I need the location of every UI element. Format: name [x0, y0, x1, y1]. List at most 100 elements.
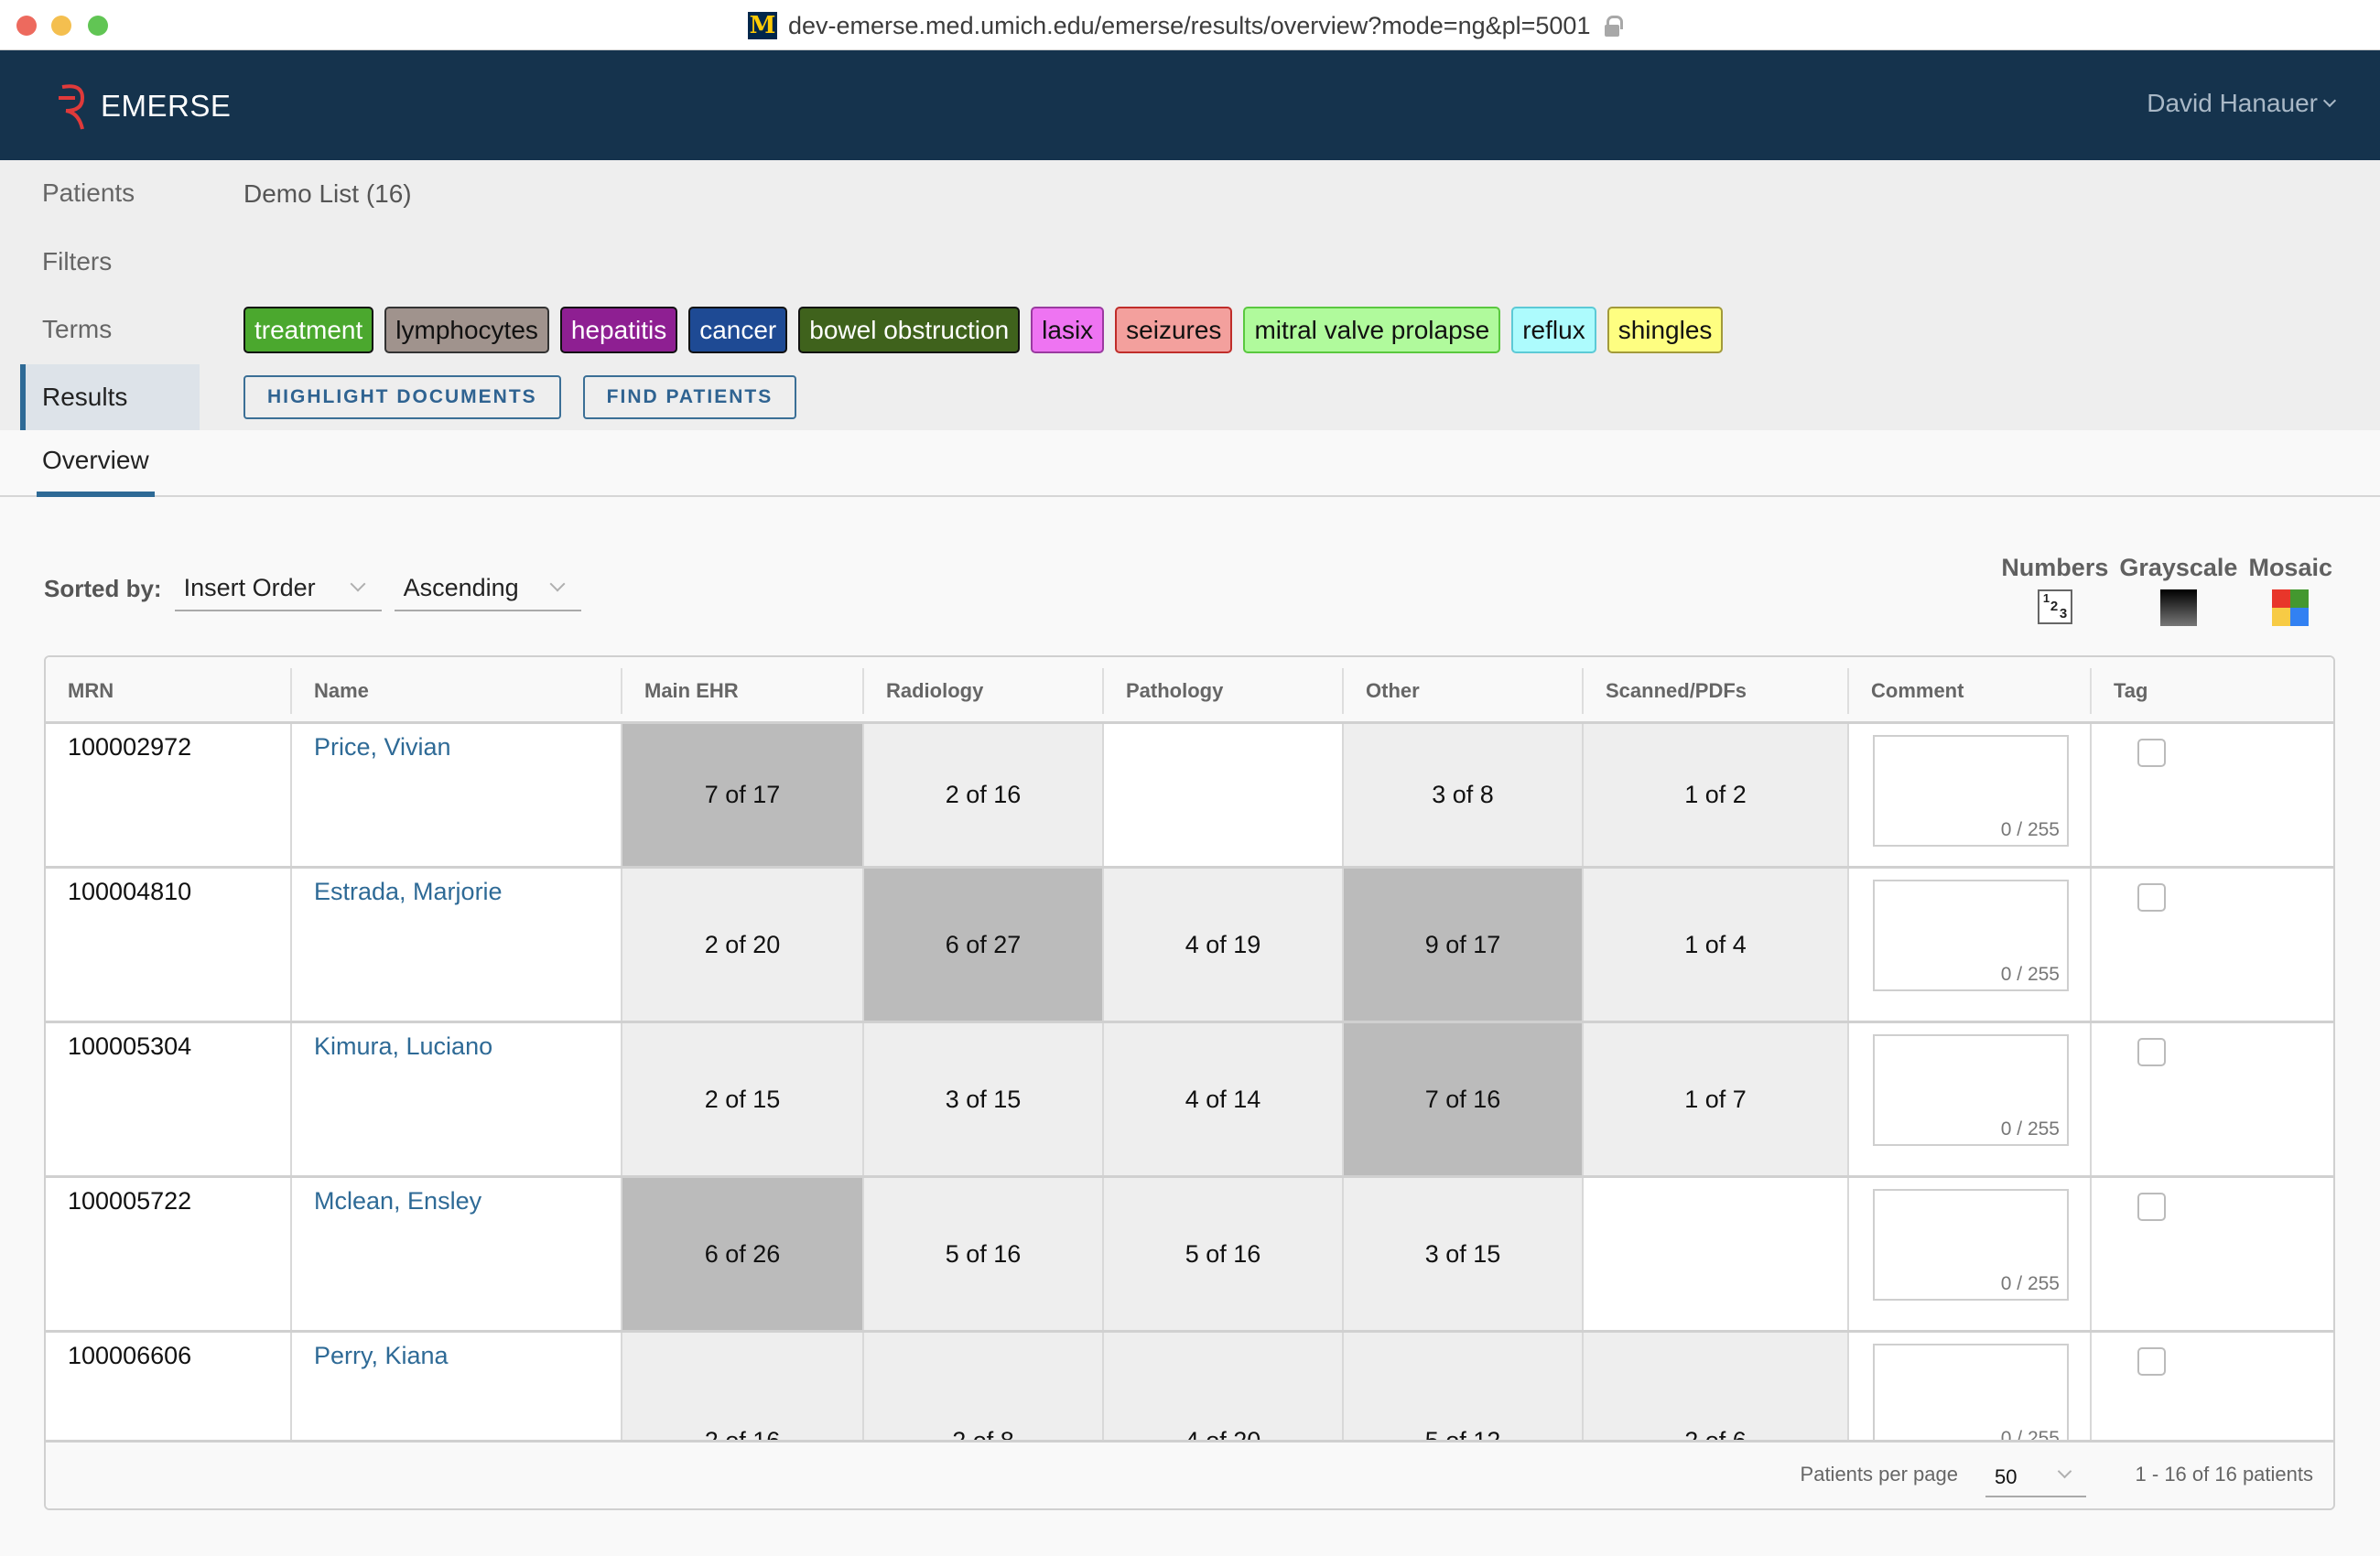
table-row: 100005304 Kimura, Luciano 2 of 15 3 of 15 4 … — [46, 1023, 2333, 1178]
patient-name-link[interactable]: Price, Vivian — [292, 724, 621, 762]
pathology-count-cell[interactable]: 5 of 16 — [1102, 1178, 1342, 1330]
term-chip[interactable]: seizures — [1115, 307, 1233, 353]
site-favicon-icon: M — [748, 12, 777, 39]
find-patients-button[interactable]: FIND PATIENTS — [582, 375, 797, 419]
tab-overview[interactable]: Overview — [37, 430, 155, 497]
main-ehr-count-cell[interactable]: 2 of 16 — [621, 1333, 862, 1443]
chevron-down-icon — [549, 576, 566, 592]
term-chip[interactable]: mitral valve prolapse — [1243, 307, 1501, 353]
column-header-main-ehr[interactable]: Main EHR — [621, 668, 862, 714]
patient-name-link[interactable]: Perry, Kiana — [292, 1333, 621, 1370]
comment-textarea[interactable]: 0 / 255 — [1873, 1189, 2069, 1301]
scanned-pdfs-count-cell[interactable]: 1 of 7 — [1582, 1023, 1847, 1175]
browser-titlebar: M dev-emerse.med.umich.edu/emerse/result… — [0, 0, 2380, 50]
tag-checkbox[interactable] — [2137, 1193, 2166, 1221]
mrn-cell: 100005304 — [68, 1032, 192, 1060]
other-count-cell[interactable]: 7 of 16 — [1342, 1023, 1582, 1175]
column-header-pathology[interactable]: Pathology — [1102, 668, 1342, 714]
view-mode-grayscale[interactable]: Grayscale — [2119, 554, 2237, 626]
main-ehr-count-cell[interactable]: 2 of 15 — [621, 1023, 862, 1175]
sidebar-item-filters[interactable]: Filters — [20, 229, 200, 295]
comment-textarea[interactable]: 0 / 255 — [1873, 1344, 2069, 1443]
main-ehr-count-cell[interactable]: 6 of 26 — [621, 1178, 862, 1330]
brand[interactable]: EMERSE — [55, 80, 231, 133]
per-page-value: 50 — [1995, 1465, 2018, 1488]
patient-name-link[interactable]: Kimura, Luciano — [292, 1023, 621, 1061]
patient-name-link[interactable]: Mclean, Ensley — [292, 1178, 621, 1216]
address-bar[interactable]: M dev-emerse.med.umich.edu/emerse/result… — [748, 11, 1624, 40]
results-tabbar: Overview — [0, 430, 2380, 497]
comment-textarea[interactable]: 0 / 255 — [1873, 1034, 2069, 1146]
sort-field-select[interactable]: Insert Order — [174, 566, 382, 611]
main-ehr-count-cell[interactable]: 2 of 20 — [621, 869, 862, 1021]
sidebar-item-terms[interactable]: Terms — [20, 297, 200, 362]
radiology-count-cell[interactable]: 6 of 27 — [862, 869, 1102, 1021]
other-count-cell[interactable]: 3 of 8 — [1342, 724, 1582, 866]
table-footer: Patients per page 50 1 - 16 of 16 patien… — [46, 1440, 2333, 1508]
pathology-count-cell[interactable]: 4 of 14 — [1102, 1023, 1342, 1175]
sort-direction-select[interactable]: Ascending — [394, 566, 581, 611]
term-chip[interactable]: hepatitis — [559, 307, 678, 353]
document-count: 4 of 14 — [1185, 1085, 1261, 1113]
other-count-cell[interactable]: 5 of 12 — [1342, 1333, 1582, 1443]
close-window-button[interactable] — [16, 16, 37, 36]
pathology-count-cell[interactable]: 4 of 19 — [1102, 869, 1342, 1021]
radiology-count-cell[interactable]: 3 of 15 — [862, 1023, 1102, 1175]
term-chip[interactable]: shingles — [1606, 307, 1724, 353]
sidebar-item-patients[interactable]: Patients — [20, 160, 200, 226]
other-count-cell[interactable]: 3 of 15 — [1342, 1178, 1582, 1330]
patient-list-title[interactable]: Demo List (16) — [243, 179, 412, 209]
term-chip[interactable]: treatment — [243, 307, 374, 353]
column-header-comment[interactable]: Comment — [1847, 668, 2090, 714]
scanned-pdfs-count-cell — [1582, 1178, 1847, 1330]
emerse-logo-icon — [59, 84, 85, 130]
column-header-radiology[interactable]: Radiology — [862, 668, 1102, 714]
user-menu[interactable]: David Hanauer — [2147, 89, 2337, 118]
comment-cell: 0 / 255 — [1847, 1333, 2090, 1443]
term-chip[interactable]: cancer — [688, 307, 788, 353]
scanned-pdfs-count-cell[interactable]: 1 of 4 — [1582, 869, 1847, 1021]
other-count-cell[interactable]: 9 of 17 — [1342, 869, 1582, 1021]
comment-cell: 0 / 255 — [1847, 724, 2090, 866]
document-count: 9 of 17 — [1424, 930, 1501, 958]
url-text[interactable]: dev-emerse.med.umich.edu/emerse/results/… — [788, 12, 1590, 40]
radiology-count-cell[interactable]: 5 of 16 — [862, 1178, 1102, 1330]
tag-checkbox[interactable] — [2137, 883, 2166, 912]
column-header-other[interactable]: Other — [1342, 668, 1582, 714]
column-header-mrn[interactable]: MRN — [46, 668, 290, 714]
per-page-select[interactable]: 50 — [1985, 1455, 2086, 1497]
tag-checkbox[interactable] — [2137, 739, 2166, 767]
sidebar-item-results[interactable]: Results — [20, 364, 200, 430]
scanned-pdfs-count-cell[interactable]: 1 of 2 — [1582, 724, 1847, 866]
view-mode-label: Mosaic — [2248, 554, 2332, 581]
view-mode-numbers[interactable]: Numbers 123 — [2001, 554, 2108, 626]
tag-checkbox[interactable] — [2137, 1347, 2166, 1376]
name-cell: Perry, Kiana — [290, 1333, 621, 1443]
column-header-scanned-pdfs[interactable]: Scanned/PDFs — [1582, 668, 1847, 714]
pathology-count-cell[interactable]: 4 of 20 — [1102, 1333, 1342, 1443]
patient-name-link[interactable]: Estrada, Marjorie — [292, 869, 621, 906]
comment-textarea[interactable]: 0 / 255 — [1873, 735, 2069, 847]
comment-cell: 0 / 255 — [1847, 869, 2090, 1021]
term-chip[interactable]: lasix — [1031, 307, 1105, 353]
view-mode-mosaic[interactable]: Mosaic — [2248, 554, 2332, 626]
minimize-window-button[interactable] — [51, 16, 71, 36]
mosaic-tile — [2290, 608, 2310, 626]
tag-checkbox[interactable] — [2137, 1038, 2166, 1066]
maximize-window-button[interactable] — [88, 16, 108, 36]
column-header-name[interactable]: Name — [290, 668, 621, 714]
term-chip[interactable]: reflux — [1511, 307, 1596, 353]
name-cell: Estrada, Marjorie — [290, 869, 621, 1021]
highlight-documents-button[interactable]: HIGHLIGHT DOCUMENTS — [243, 375, 561, 419]
term-chip[interactable]: bowel obstruction — [798, 307, 1021, 353]
document-count: 4 of 19 — [1185, 930, 1261, 958]
term-chip[interactable]: lymphocytes — [384, 307, 549, 353]
main-ehr-count-cell[interactable]: 7 of 17 — [621, 724, 862, 866]
comment-textarea[interactable]: 0 / 255 — [1873, 880, 2069, 991]
sort-direction-value: Ascending — [403, 574, 519, 601]
radiology-count-cell[interactable]: 2 of 8 — [862, 1333, 1102, 1443]
column-header-tag[interactable]: Tag — [2090, 668, 2333, 714]
radiology-count-cell[interactable]: 2 of 16 — [862, 724, 1102, 866]
scanned-pdfs-count-cell[interactable]: 2 of 6 — [1582, 1333, 1847, 1443]
table-body[interactable]: 100002972 Price, Vivian 7 of 17 2 of 16 3 of… — [46, 724, 2333, 1443]
